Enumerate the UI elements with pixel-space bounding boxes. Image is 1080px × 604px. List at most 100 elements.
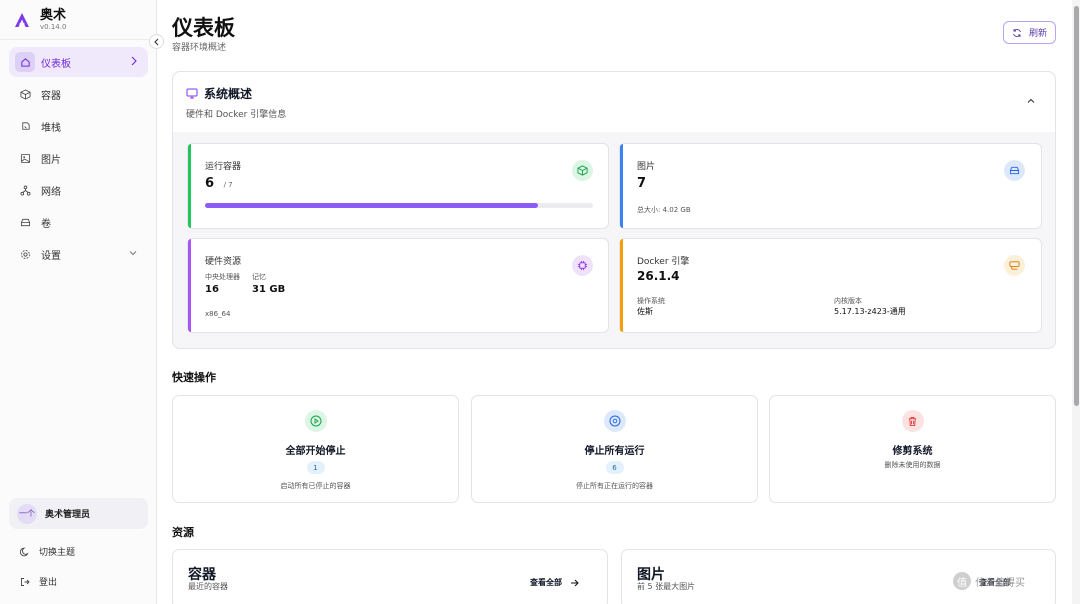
gear-icon	[19, 248, 32, 261]
drive-icon	[19, 216, 32, 229]
image-icon	[19, 152, 32, 165]
brand[interactable]: 奥术 v0.14.0	[14, 8, 66, 32]
os-value: 佐斯	[637, 307, 653, 316]
moon-icon	[20, 547, 29, 556]
avatar: 一个	[17, 503, 37, 524]
docker-engine-card: Docker 引擎 26.1.4 操作系统 佐斯 内核版本 5.17.13-z4…	[619, 238, 1042, 333]
app-version: v0.14.0	[40, 23, 67, 31]
system-overview-panel: 系统概述 硬件和 Docker 引擎信息 运行容器 6 / 7 图片 7 总大小…	[172, 71, 1056, 349]
card-label: Docker 引擎	[637, 257, 690, 267]
sidebar-item-networks[interactable]: 网络	[9, 175, 148, 205]
arrow-right-icon	[571, 579, 579, 586]
sidebar-item-settings[interactable]: 设置	[9, 239, 148, 269]
refresh-button[interactable]: 刷新	[1003, 21, 1056, 44]
action-name: 全部开始停止	[285, 446, 346, 457]
cube-icon	[19, 88, 32, 101]
sidebar: 奥术 v0.14.0 仪表板 容器 堆栈 图片 网络 卷 设置 一个 奥术管理员…	[0, 0, 157, 604]
card-accent-bar	[620, 239, 623, 332]
chevron-up-icon[interactable]	[1026, 96, 1036, 106]
running-progress-bar	[205, 203, 593, 208]
system-overview-subtitle: 硬件和 Docker 引擎信息	[186, 110, 287, 120]
resources-title: 资源	[172, 526, 194, 539]
card-label: 运行容器	[205, 162, 242, 172]
logout-button[interactable]: 登出	[20, 575, 57, 588]
sidebar-item-label: 容器	[41, 90, 61, 102]
prune-system-card[interactable]: 修剪系统 删除未使用的数据	[769, 395, 1056, 503]
sidebar-item-label: 网络	[41, 186, 61, 198]
refresh-icon	[1013, 28, 1021, 37]
chevron-left-icon	[154, 38, 159, 45]
sidebar-item-volumes[interactable]: 卷	[9, 207, 148, 237]
sidebar-item-label: 图片	[41, 154, 61, 166]
action-count-badge: 6	[605, 461, 624, 474]
action-desc: 停止所有正在运行的容器	[576, 482, 653, 490]
cube-icon	[572, 160, 593, 181]
sidebar-item-stacks[interactable]: 堆栈	[9, 111, 148, 141]
recent-containers-card: 容器 最近的容器 查看全部	[172, 549, 608, 604]
action-name: 停止所有运行	[584, 446, 645, 457]
memory-label: 记忆	[252, 273, 266, 281]
sidebar-item-images[interactable]: 图片	[9, 143, 148, 173]
card-label: 图片	[637, 162, 656, 172]
app-name: 奥术	[40, 8, 67, 23]
page-title: 仪表板	[172, 16, 235, 40]
start-all-stopped-card[interactable]: 全部开始停止 1 启动所有已停止的容器	[172, 395, 459, 503]
kernel-value: 5.17.13-z423-通用	[834, 307, 906, 316]
watermark-logo-icon: 值	[953, 572, 971, 590]
user-card[interactable]: 一个 奥术管理员	[9, 498, 148, 529]
user-name: 奥术管理员	[45, 510, 91, 520]
watermark: 值 什么值得买	[953, 572, 1025, 590]
running-count: 6 / 7	[205, 176, 233, 191]
images-count: 7	[637, 176, 647, 191]
architecture: x86_64	[205, 310, 231, 318]
toggle-theme-label: 切换主题	[39, 548, 76, 558]
page-subtitle: 容器环境概述	[172, 43, 227, 53]
sidebar-item-label: 卷	[41, 218, 51, 230]
layers-icon	[19, 120, 32, 133]
card-accent-bar	[188, 239, 191, 332]
resource-subtitle: 最近的容器	[188, 582, 228, 591]
cpu-label: 中央处理器	[205, 273, 240, 281]
scrollbar-thumb[interactable]	[1074, 6, 1079, 406]
hardware-card: 硬件资源 中央处理器 16 记忆 31 GB x86_64	[187, 238, 609, 333]
refresh-label: 刷新	[1028, 29, 1047, 39]
chevron-right-icon	[131, 56, 137, 66]
main-content: 仪表板 容器环境概述 刷新 系统概述 硬件和 Docker 引擎信息 运行容器 …	[157, 0, 1070, 604]
drive-icon	[1004, 160, 1025, 181]
system-overview-header[interactable]: 系统概述 硬件和 Docker 引擎信息	[173, 72, 1055, 132]
sidebar-item-label: 堆栈	[41, 122, 61, 134]
sidebar-divider	[0, 39, 157, 40]
stop-all-running-card[interactable]: 停止所有运行 6 停止所有正在运行的容器	[471, 395, 758, 503]
images-card: 图片 7 总大小: 4.02 GB	[619, 143, 1042, 229]
arcane-logo-icon	[15, 13, 29, 27]
action-desc: 启动所有已停止的容器	[280, 482, 351, 490]
resource-subtitle: 前 5 张最大图片	[637, 582, 696, 591]
running-containers-card: 运行容器 6 / 7	[187, 143, 609, 229]
stop-icon	[603, 410, 626, 432]
images-total-size: 总大小: 4.02 GB	[637, 206, 691, 214]
sidebar-item-dashboard[interactable]: 仪表板	[9, 47, 148, 77]
sidebar-nav: 仪表板 容器 堆栈 图片 网络 卷 设置	[9, 47, 148, 271]
monitor-icon	[186, 88, 198, 99]
chevron-down-icon	[129, 251, 137, 256]
toggle-theme-button[interactable]: 切换主题	[20, 545, 75, 558]
sidebar-item-containers[interactable]: 容器	[9, 79, 148, 109]
page-scrollbar[interactable]	[1072, 0, 1080, 604]
card-label: 硬件资源	[205, 257, 242, 267]
card-accent-bar	[188, 144, 191, 228]
card-accent-bar	[620, 144, 623, 228]
action-name: 修剪系统	[892, 446, 933, 457]
cpu-icon	[572, 255, 593, 276]
kernel-label: 内核版本	[834, 297, 862, 305]
sidebar-collapse-button[interactable]	[149, 34, 164, 49]
docker-version: 26.1.4	[637, 269, 680, 283]
home-icon	[15, 52, 35, 72]
server-icon	[1004, 255, 1025, 276]
total-count: / 7	[223, 181, 233, 189]
memory-value: 31 GB	[252, 284, 286, 295]
sidebar-item-label: 仪表板	[41, 58, 71, 70]
view-all-containers-button[interactable]: 查看全部	[530, 577, 579, 588]
quick-actions-title: 快速操作	[172, 371, 216, 384]
cpu-value: 16	[205, 284, 219, 295]
action-count-badge: 1	[306, 461, 325, 474]
